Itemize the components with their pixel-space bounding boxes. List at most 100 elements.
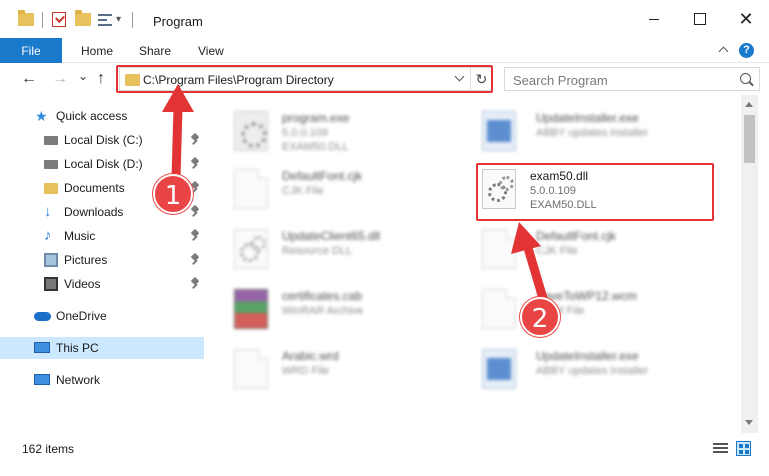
network-icon [34, 374, 50, 385]
file-tab[interactable]: File [0, 38, 62, 63]
file-item[interactable]: DefaultFont.cjk CJK File [234, 167, 474, 219]
file-detail: WRD File [282, 365, 330, 377]
file-detail: CJK File [282, 185, 324, 197]
file-list: program.exe 5.0.0.109 EXAM50.DLL UpdateI… [206, 95, 741, 433]
sidebar-item-label: Quick access [56, 109, 128, 123]
title-separator [132, 12, 133, 28]
status-bar: 162 items [0, 433, 769, 476]
forward-button[interactable]: → [52, 71, 68, 87]
search-input[interactable]: Search Program [504, 67, 760, 91]
cloud-icon [34, 312, 51, 321]
file-detail: ABBY updates installer [536, 365, 649, 377]
properties-check-icon[interactable] [52, 12, 66, 27]
sidebar-item-pictures[interactable]: Pictures [0, 249, 204, 271]
file-name: UpdateClient65.dll [282, 229, 381, 243]
minimize-button[interactable] [631, 0, 677, 38]
sidebar-item-label: Pictures [64, 253, 108, 267]
sidebar-item-label: OneDrive [56, 309, 107, 323]
sidebar-item-label: Network [56, 373, 101, 387]
sidebar-item-label: Local Disk (D:) [64, 157, 143, 171]
vertical-scrollbar[interactable] [741, 95, 758, 433]
sidebar-item-label: This PC [56, 341, 99, 355]
sidebar-item-quick-access[interactable]: ★ Quick access [0, 105, 204, 127]
file-item[interactable]: program.exe 5.0.0.109 EXAM50.DLL [234, 109, 474, 161]
tab-share[interactable]: Share [139, 44, 171, 58]
file-item[interactable]: certificates.cab WinRAR Archive [234, 287, 474, 339]
file-highlight-box [476, 163, 714, 221]
new-folder-icon[interactable] [75, 10, 91, 26]
recent-locations-button[interactable]: ⌄ [78, 68, 88, 84]
pin-icon[interactable] [191, 158, 199, 169]
file-detail: CJK File [536, 245, 578, 257]
up-button[interactable]: ↑ [97, 71, 105, 87]
document-icon [234, 349, 268, 389]
sidebar-item-onedrive[interactable]: OneDrive [0, 305, 204, 327]
document-icon [482, 289, 516, 329]
sidebar-item-local-disk-d[interactable]: Local Disk (D:) [0, 153, 204, 175]
file-name: certificates.cab [282, 289, 363, 303]
sidebar-item-label: Videos [64, 277, 101, 291]
customize-toolbar-icon[interactable] [98, 13, 112, 27]
document-icon [234, 169, 268, 209]
file-item[interactable]: UpdateClient65.dll Resource DLL [234, 227, 474, 279]
file-name: Arabic.wrd [282, 349, 339, 363]
disk-icon [44, 160, 58, 169]
file-item[interactable]: SaveToWP12.wcm WCM File [482, 287, 722, 339]
search-icon[interactable] [740, 73, 751, 84]
file-item[interactable]: DefaultFont.cjk CJK File [482, 227, 722, 279]
sidebar-item-local-disk-c[interactable]: Local Disk (C:) [0, 129, 204, 151]
window-title: Program [153, 14, 203, 29]
back-button[interactable]: ← [21, 71, 37, 87]
tab-home[interactable]: Home [81, 44, 113, 58]
sidebar-item-this-pc[interactable]: This PC [0, 337, 204, 359]
file-item[interactable]: UpdateInstaller.exe ABBY updates install… [482, 347, 722, 399]
scrollbar-thumb[interactable] [744, 115, 755, 163]
item-count: 162 items [22, 442, 75, 456]
videos-icon [44, 277, 58, 291]
sidebar-item-music[interactable]: ♪ Music [0, 225, 204, 247]
download-icon: ↓ [44, 203, 52, 220]
folder-icon [44, 183, 58, 194]
file-name: DefaultFont.cjk [282, 169, 363, 183]
file-name: program.exe [282, 111, 350, 125]
file-name: UpdateInstaller.exe [536, 111, 639, 125]
close-button[interactable]: ✕ [723, 0, 769, 38]
sidebar-item-label: Documents [64, 181, 125, 195]
file-name: DefaultFont.cjk [536, 229, 617, 243]
dropdown-arrow-icon[interactable]: ▾ [116, 14, 121, 25]
sidebar-item-videos[interactable]: Videos [0, 273, 204, 295]
details-view-icon[interactable] [713, 441, 728, 456]
sidebar-item-network[interactable]: Network [0, 369, 204, 391]
pin-icon[interactable] [191, 206, 199, 217]
expand-ribbon-icon[interactable] [718, 45, 728, 55]
disk-icon [44, 136, 58, 145]
pin-icon[interactable] [191, 278, 199, 289]
file-detail: EXAM50.DLL [282, 141, 349, 153]
maximize-button[interactable] [677, 0, 723, 38]
pin-icon[interactable] [191, 230, 199, 241]
window-app-icon [482, 349, 516, 389]
dll-gear-icon [234, 229, 268, 269]
pin-icon[interactable] [191, 254, 199, 265]
help-icon[interactable]: ? [739, 43, 754, 58]
file-detail: WinRAR Archive [282, 305, 364, 317]
star-icon: ★ [35, 108, 48, 124]
window-app-icon [482, 111, 516, 151]
file-name: UpdateInstaller.exe [536, 349, 639, 363]
pictures-icon [44, 253, 58, 267]
winrar-icon [234, 289, 268, 329]
file-item[interactable]: Arabic.wrd WRD File [234, 347, 474, 399]
ribbon: File Home Share View ? [0, 38, 769, 63]
scroll-up-icon[interactable] [745, 100, 754, 109]
folder-icon [18, 10, 34, 26]
tab-view[interactable]: View [198, 44, 224, 58]
sidebar-item-label: Local Disk (C:) [64, 133, 143, 147]
scroll-down-icon[interactable] [745, 419, 754, 428]
file-detail: Resource DLL [282, 245, 353, 257]
pin-icon[interactable] [191, 134, 199, 145]
large-icons-view-icon[interactable] [736, 441, 751, 456]
file-item[interactable]: UpdateInstaller.exe ABBY updates install… [482, 109, 722, 161]
title-bar: ▾ Program ✕ [0, 0, 769, 38]
exe-icon [234, 111, 268, 151]
navigation-pane: ★ Quick access Local Disk (C:) Local Dis… [0, 95, 206, 433]
